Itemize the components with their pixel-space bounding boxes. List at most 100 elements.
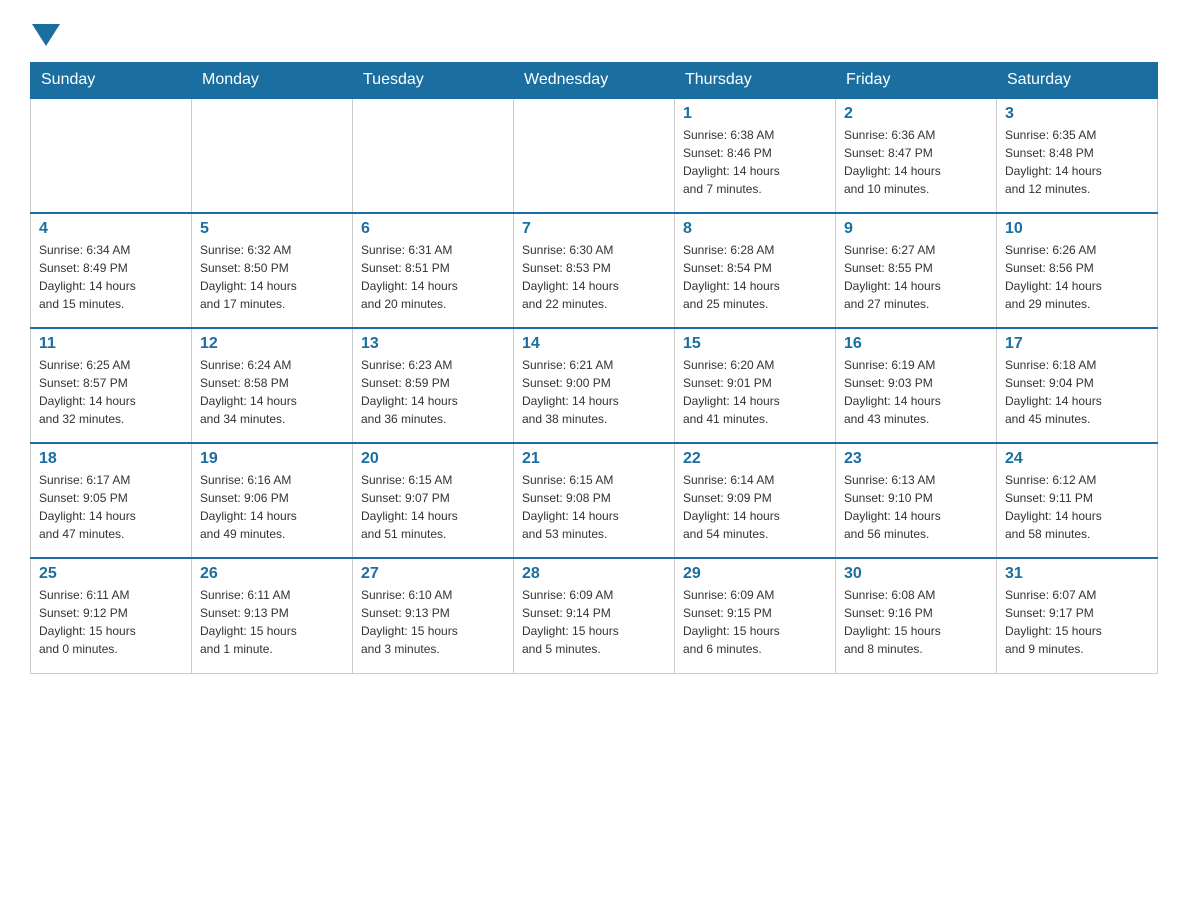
- day-number: 29: [683, 565, 827, 583]
- day-info: Sunrise: 6:38 AM Sunset: 8:46 PM Dayligh…: [683, 126, 827, 198]
- day-info: Sunrise: 6:14 AM Sunset: 9:09 PM Dayligh…: [683, 471, 827, 543]
- day-info: Sunrise: 6:10 AM Sunset: 9:13 PM Dayligh…: [361, 586, 505, 658]
- day-number: 12: [200, 335, 344, 353]
- week-row-2: 4Sunrise: 6:34 AM Sunset: 8:49 PM Daylig…: [31, 213, 1158, 328]
- calendar-cell: 29Sunrise: 6:09 AM Sunset: 9:15 PM Dayli…: [675, 558, 836, 673]
- calendar-cell: 21Sunrise: 6:15 AM Sunset: 9:08 PM Dayli…: [514, 443, 675, 558]
- calendar-cell: 14Sunrise: 6:21 AM Sunset: 9:00 PM Dayli…: [514, 328, 675, 443]
- day-header-sunday: Sunday: [31, 63, 192, 99]
- day-number: 3: [1005, 105, 1149, 123]
- day-info: Sunrise: 6:11 AM Sunset: 9:12 PM Dayligh…: [39, 586, 183, 658]
- calendar-cell: [353, 98, 514, 213]
- day-info: Sunrise: 6:07 AM Sunset: 9:17 PM Dayligh…: [1005, 586, 1149, 658]
- day-header-friday: Friday: [836, 63, 997, 99]
- calendar-cell: 6 Sunrise: 6:31 AM Sunset: 8:51 PM Daylig…: [353, 213, 514, 328]
- day-info: Sunrise: 6:13 AM Sunset: 9:10 PM Dayligh…: [844, 471, 988, 543]
- logo: [30, 20, 60, 46]
- day-number: 27: [361, 565, 505, 583]
- calendar-cell: 25 Sunrise: 6:11 AM Sunset: 9:12 PM Dayli…: [31, 558, 192, 673]
- week-row-3: 11 Sunrise: 6:25 AM Sunset: 8:57 PM Dayli…: [31, 328, 1158, 443]
- calendar-cell: 27 Sunrise: 6:10 AM Sunset: 9:13 PM Dayli…: [353, 558, 514, 673]
- day-number: 9: [844, 220, 988, 238]
- day-info: Sunrise: 6:11 AM Sunset: 9:13 PM Dayligh…: [200, 586, 344, 658]
- day-number: 11: [39, 335, 183, 353]
- day-number: 5: [200, 220, 344, 238]
- day-info: Sunrise: 6:24 AM Sunset: 8:58 PM Dayligh…: [200, 356, 344, 428]
- calendar-cell: 28 Sunrise: 6:09 AM Sunset: 9:14 PM Dayli…: [514, 558, 675, 673]
- calendar-cell: 19 Sunrise: 6:16 AM Sunset: 9:06 PM Dayli…: [192, 443, 353, 558]
- calendar-table: SundayMondayTuesdayWednesdayThursdayFrid…: [30, 62, 1158, 674]
- day-header-monday: Monday: [192, 63, 353, 99]
- day-number: 23: [844, 450, 988, 468]
- calendar-cell: 9Sunrise: 6:27 AM Sunset: 8:55 PM Daylig…: [836, 213, 997, 328]
- page-header: [30, 20, 1158, 46]
- day-info: Sunrise: 6:15 AM Sunset: 9:07 PM Dayligh…: [361, 471, 505, 543]
- calendar-cell: 5 Sunrise: 6:32 AM Sunset: 8:50 PM Daylig…: [192, 213, 353, 328]
- day-number: 15: [683, 335, 827, 353]
- day-info: Sunrise: 6:12 AM Sunset: 9:11 PM Dayligh…: [1005, 471, 1149, 543]
- day-info: Sunrise: 6:09 AM Sunset: 9:14 PM Dayligh…: [522, 586, 666, 658]
- calendar-cell: 24 Sunrise: 6:12 AM Sunset: 9:11 PM Dayli…: [997, 443, 1158, 558]
- week-row-4: 18 Sunrise: 6:17 AM Sunset: 9:05 PM Dayli…: [31, 443, 1158, 558]
- day-info: Sunrise: 6:20 AM Sunset: 9:01 PM Dayligh…: [683, 356, 827, 428]
- day-number: 2: [844, 105, 988, 123]
- day-info: Sunrise: 6:08 AM Sunset: 9:16 PM Dayligh…: [844, 586, 988, 658]
- day-info: Sunrise: 6:35 AM Sunset: 8:48 PM Dayligh…: [1005, 126, 1149, 198]
- day-number: 18: [39, 450, 183, 468]
- day-info: Sunrise: 6:31 AM Sunset: 8:51 PM Dayligh…: [361, 241, 505, 313]
- day-number: 31: [1005, 565, 1149, 583]
- calendar-cell: 30 Sunrise: 6:08 AM Sunset: 9:16 PM Dayli…: [836, 558, 997, 673]
- calendar-cell: 10 Sunrise: 6:26 AM Sunset: 8:56 PM Dayli…: [997, 213, 1158, 328]
- day-info: Sunrise: 6:17 AM Sunset: 9:05 PM Dayligh…: [39, 471, 183, 543]
- calendar-cell: 22 Sunrise: 6:14 AM Sunset: 9:09 PM Dayli…: [675, 443, 836, 558]
- calendar-cell: 18 Sunrise: 6:17 AM Sunset: 9:05 PM Dayli…: [31, 443, 192, 558]
- logo-triangle-icon: [32, 24, 60, 46]
- calendar-cell: 4Sunrise: 6:34 AM Sunset: 8:49 PM Daylig…: [31, 213, 192, 328]
- calendar-cell: 15 Sunrise: 6:20 AM Sunset: 9:01 PM Dayli…: [675, 328, 836, 443]
- day-number: 8: [683, 220, 827, 238]
- day-info: Sunrise: 6:15 AM Sunset: 9:08 PM Dayligh…: [522, 471, 666, 543]
- day-info: Sunrise: 6:18 AM Sunset: 9:04 PM Dayligh…: [1005, 356, 1149, 428]
- day-header-saturday: Saturday: [997, 63, 1158, 99]
- calendar-cell: 2Sunrise: 6:36 AM Sunset: 8:47 PM Daylig…: [836, 98, 997, 213]
- day-info: Sunrise: 6:34 AM Sunset: 8:49 PM Dayligh…: [39, 241, 183, 313]
- day-info: Sunrise: 6:28 AM Sunset: 8:54 PM Dayligh…: [683, 241, 827, 313]
- day-info: Sunrise: 6:25 AM Sunset: 8:57 PM Dayligh…: [39, 356, 183, 428]
- day-info: Sunrise: 6:23 AM Sunset: 8:59 PM Dayligh…: [361, 356, 505, 428]
- calendar-cell: 1 Sunrise: 6:38 AM Sunset: 8:46 PM Daylig…: [675, 98, 836, 213]
- day-number: 6: [361, 220, 505, 238]
- calendar-cell: 7 Sunrise: 6:30 AM Sunset: 8:53 PM Daylig…: [514, 213, 675, 328]
- day-number: 16: [844, 335, 988, 353]
- day-number: 25: [39, 565, 183, 583]
- day-info: Sunrise: 6:32 AM Sunset: 8:50 PM Dayligh…: [200, 241, 344, 313]
- calendar-cell: 8 Sunrise: 6:28 AM Sunset: 8:54 PM Daylig…: [675, 213, 836, 328]
- calendar-cell: 23 Sunrise: 6:13 AM Sunset: 9:10 PM Dayli…: [836, 443, 997, 558]
- calendar-cell: 31 Sunrise: 6:07 AM Sunset: 9:17 PM Dayli…: [997, 558, 1158, 673]
- week-row-1: 1 Sunrise: 6:38 AM Sunset: 8:46 PM Daylig…: [31, 98, 1158, 213]
- day-number: 26: [200, 565, 344, 583]
- day-info: Sunrise: 6:30 AM Sunset: 8:53 PM Dayligh…: [522, 241, 666, 313]
- calendar-cell: 17 Sunrise: 6:18 AM Sunset: 9:04 PM Dayli…: [997, 328, 1158, 443]
- day-header-tuesday: Tuesday: [353, 63, 514, 99]
- day-info: Sunrise: 6:16 AM Sunset: 9:06 PM Dayligh…: [200, 471, 344, 543]
- day-number: 28: [522, 565, 666, 583]
- week-row-5: 25 Sunrise: 6:11 AM Sunset: 9:12 PM Dayli…: [31, 558, 1158, 673]
- day-number: 7: [522, 220, 666, 238]
- calendar-cell: 3 Sunrise: 6:35 AM Sunset: 8:48 PM Daylig…: [997, 98, 1158, 213]
- calendar-header-row: SundayMondayTuesdayWednesdayThursdayFrid…: [31, 63, 1158, 99]
- day-number: 22: [683, 450, 827, 468]
- day-number: 1: [683, 105, 827, 123]
- day-number: 30: [844, 565, 988, 583]
- day-info: Sunrise: 6:26 AM Sunset: 8:56 PM Dayligh…: [1005, 241, 1149, 313]
- day-number: 17: [1005, 335, 1149, 353]
- day-number: 19: [200, 450, 344, 468]
- day-number: 10: [1005, 220, 1149, 238]
- day-number: 13: [361, 335, 505, 353]
- calendar-cell: 26 Sunrise: 6:11 AM Sunset: 9:13 PM Dayli…: [192, 558, 353, 673]
- day-info: Sunrise: 6:19 AM Sunset: 9:03 PM Dayligh…: [844, 356, 988, 428]
- calendar-cell: [514, 98, 675, 213]
- calendar-cell: 13 Sunrise: 6:23 AM Sunset: 8:59 PM Dayli…: [353, 328, 514, 443]
- day-number: 14: [522, 335, 666, 353]
- calendar-cell: 16 Sunrise: 6:19 AM Sunset: 9:03 PM Dayli…: [836, 328, 997, 443]
- day-number: 24: [1005, 450, 1149, 468]
